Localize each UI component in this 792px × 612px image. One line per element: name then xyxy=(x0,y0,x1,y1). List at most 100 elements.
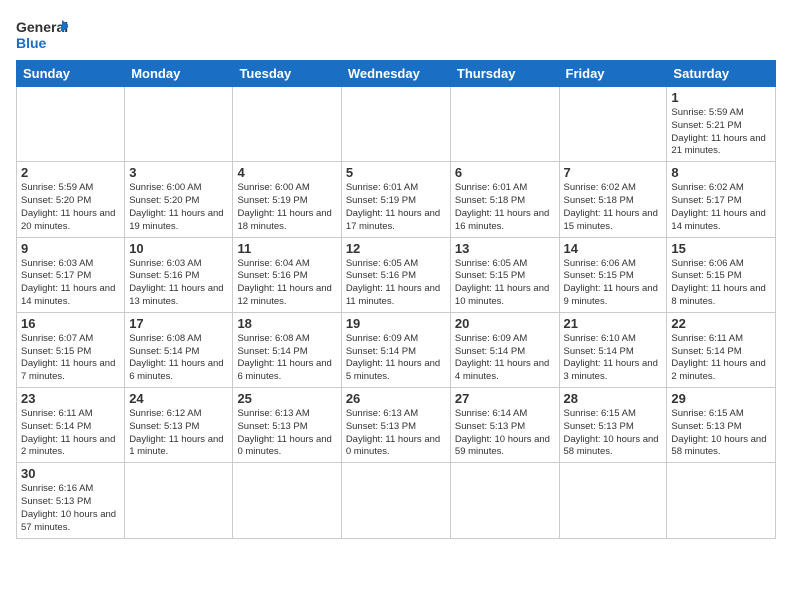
calendar-cell: 16Sunrise: 6:07 AM Sunset: 5:15 PM Dayli… xyxy=(17,312,125,387)
calendar-cell: 6 Sunrise: 6:01 AM Sunset: 5:18 PM Daylig… xyxy=(450,162,559,237)
day-number: 2 xyxy=(21,165,120,180)
day-info: Sunrise: 6:12 AM Sunset: 5:13 PM Dayligh… xyxy=(129,408,228,459)
calendar-cell xyxy=(125,87,233,162)
calendar-cell xyxy=(341,87,450,162)
calendar-table: SundayMondayTuesdayWednesdayThursdayFrid… xyxy=(16,60,776,539)
day-info: Sunrise: 6:11 AM Sunset: 5:14 PM Dayligh… xyxy=(21,408,120,459)
calendar-cell xyxy=(233,87,341,162)
calendar-cell: 4 Sunrise: 6:00 AM Sunset: 5:19 PM Daylig… xyxy=(233,162,341,237)
day-info: Sunrise: 6:00 AM Sunset: 5:20 PM Dayligh… xyxy=(129,182,228,233)
weekday-header-friday: Friday xyxy=(559,61,667,87)
calendar-cell xyxy=(125,463,233,538)
calendar-cell xyxy=(667,463,776,538)
day-info: Sunrise: 6:06 AM Sunset: 5:15 PM Dayligh… xyxy=(564,258,663,309)
day-info: Sunrise: 6:15 AM Sunset: 5:13 PM Dayligh… xyxy=(564,408,663,459)
calendar-cell: 11 Sunrise: 6:04 AM Sunset: 5:16 PM Dayli… xyxy=(233,237,341,312)
day-info: Sunrise: 6:01 AM Sunset: 5:18 PM Dayligh… xyxy=(455,182,555,233)
calendar-cell: 8 Sunrise: 6:02 AM Sunset: 5:17 PM Daylig… xyxy=(667,162,776,237)
day-info: Sunrise: 6:08 AM Sunset: 5:14 PM Dayligh… xyxy=(237,333,336,384)
day-number: 4 xyxy=(237,165,336,180)
calendar-cell: 24 Sunrise: 6:12 AM Sunset: 5:13 PM Dayli… xyxy=(125,388,233,463)
calendar-cell: 29 Sunrise: 6:15 AM Sunset: 5:13 PM Dayli… xyxy=(667,388,776,463)
day-number: 28 xyxy=(564,391,663,406)
day-info: Sunrise: 6:01 AM Sunset: 5:19 PM Dayligh… xyxy=(346,182,446,233)
day-info: Sunrise: 6:10 AM Sunset: 5:14 PM Dayligh… xyxy=(564,333,663,384)
calendar-cell: 2 Sunrise: 5:59 AM Sunset: 5:20 PM Daylig… xyxy=(17,162,125,237)
day-info: Sunrise: 6:04 AM Sunset: 5:16 PM Dayligh… xyxy=(237,258,336,309)
calendar-cell: 3 Sunrise: 6:00 AM Sunset: 5:20 PM Daylig… xyxy=(125,162,233,237)
day-number: 12 xyxy=(346,241,446,256)
day-info: Sunrise: 6:09 AM Sunset: 5:14 PM Dayligh… xyxy=(455,333,555,384)
day-number: 21 xyxy=(564,316,663,331)
day-number: 10 xyxy=(129,241,228,256)
day-info: Sunrise: 6:05 AM Sunset: 5:16 PM Dayligh… xyxy=(346,258,446,309)
generalblue-logo: General Blue xyxy=(16,16,68,52)
day-info: Sunrise: 6:09 AM Sunset: 5:14 PM Dayligh… xyxy=(346,333,446,384)
calendar-cell: 22 Sunrise: 6:11 AM Sunset: 5:14 PM Dayli… xyxy=(667,312,776,387)
calendar-cell: 14Sunrise: 6:06 AM Sunset: 5:15 PM Dayli… xyxy=(559,237,667,312)
day-info: Sunrise: 6:13 AM Sunset: 5:13 PM Dayligh… xyxy=(346,408,446,459)
day-number: 8 xyxy=(671,165,771,180)
calendar-week-row: 2 Sunrise: 5:59 AM Sunset: 5:20 PM Daylig… xyxy=(17,162,776,237)
calendar-cell: 27Sunrise: 6:14 AM Sunset: 5:13 PM Dayli… xyxy=(450,388,559,463)
calendar-cell: 18 Sunrise: 6:08 AM Sunset: 5:14 PM Dayli… xyxy=(233,312,341,387)
calendar-cell: 25Sunrise: 6:13 AM Sunset: 5:13 PM Dayli… xyxy=(233,388,341,463)
day-number: 17 xyxy=(129,316,228,331)
day-info: Sunrise: 6:02 AM Sunset: 5:17 PM Dayligh… xyxy=(671,182,771,233)
day-number: 11 xyxy=(237,241,336,256)
day-info: Sunrise: 6:06 AM Sunset: 5:15 PM Dayligh… xyxy=(671,258,771,309)
day-info: Sunrise: 6:05 AM Sunset: 5:15 PM Dayligh… xyxy=(455,258,555,309)
day-number: 22 xyxy=(671,316,771,331)
weekday-header-monday: Monday xyxy=(125,61,233,87)
day-number: 27 xyxy=(455,391,555,406)
day-number: 19 xyxy=(346,316,446,331)
calendar-cell: 7Sunrise: 6:02 AM Sunset: 5:18 PM Daylig… xyxy=(559,162,667,237)
day-number: 24 xyxy=(129,391,228,406)
day-number: 26 xyxy=(346,391,446,406)
day-info: Sunrise: 6:07 AM Sunset: 5:15 PM Dayligh… xyxy=(21,333,120,384)
calendar-cell: 30 Sunrise: 6:16 AM Sunset: 5:13 PM Dayli… xyxy=(17,463,125,538)
day-info: Sunrise: 6:13 AM Sunset: 5:13 PM Dayligh… xyxy=(237,408,336,459)
calendar-cell xyxy=(341,463,450,538)
day-info: Sunrise: 6:11 AM Sunset: 5:14 PM Dayligh… xyxy=(671,333,771,384)
day-number: 30 xyxy=(21,466,120,481)
calendar-cell: 10 Sunrise: 6:03 AM Sunset: 5:16 PM Dayli… xyxy=(125,237,233,312)
day-info: Sunrise: 6:16 AM Sunset: 5:13 PM Dayligh… xyxy=(21,483,120,534)
calendar-cell xyxy=(233,463,341,538)
calendar-cell: 9Sunrise: 6:03 AM Sunset: 5:17 PM Daylig… xyxy=(17,237,125,312)
day-number: 3 xyxy=(129,165,228,180)
calendar-cell: 13Sunrise: 6:05 AM Sunset: 5:15 PM Dayli… xyxy=(450,237,559,312)
weekday-header-saturday: Saturday xyxy=(667,61,776,87)
calendar-cell: 28 Sunrise: 6:15 AM Sunset: 5:13 PM Dayli… xyxy=(559,388,667,463)
calendar-cell: 12 Sunrise: 6:05 AM Sunset: 5:16 PM Dayli… xyxy=(341,237,450,312)
calendar-cell xyxy=(559,463,667,538)
calendar-header-row: SundayMondayTuesdayWednesdayThursdayFrid… xyxy=(17,61,776,87)
day-info: Sunrise: 5:59 AM Sunset: 5:20 PM Dayligh… xyxy=(21,182,120,233)
day-number: 7 xyxy=(564,165,663,180)
day-number: 5 xyxy=(346,165,446,180)
weekday-header-thursday: Thursday xyxy=(450,61,559,87)
day-info: Sunrise: 6:08 AM Sunset: 5:14 PM Dayligh… xyxy=(129,333,228,384)
day-number: 29 xyxy=(671,391,771,406)
calendar-cell: 1Sunrise: 5:59 AM Sunset: 5:21 PM Daylig… xyxy=(667,87,776,162)
calendar-cell: 17 Sunrise: 6:08 AM Sunset: 5:14 PM Dayli… xyxy=(125,312,233,387)
calendar-week-row: 30 Sunrise: 6:16 AM Sunset: 5:13 PM Dayli… xyxy=(17,463,776,538)
calendar-week-row: 1Sunrise: 5:59 AM Sunset: 5:21 PM Daylig… xyxy=(17,87,776,162)
calendar-cell xyxy=(450,87,559,162)
calendar-week-row: 16Sunrise: 6:07 AM Sunset: 5:15 PM Dayli… xyxy=(17,312,776,387)
day-number: 18 xyxy=(237,316,336,331)
calendar-cell: 23Sunrise: 6:11 AM Sunset: 5:14 PM Dayli… xyxy=(17,388,125,463)
weekday-header-wednesday: Wednesday xyxy=(341,61,450,87)
day-number: 6 xyxy=(455,165,555,180)
day-info: Sunrise: 6:00 AM Sunset: 5:19 PM Dayligh… xyxy=(237,182,336,233)
calendar-cell: 21 Sunrise: 6:10 AM Sunset: 5:14 PM Dayli… xyxy=(559,312,667,387)
svg-text:General: General xyxy=(16,19,68,35)
weekday-header-sunday: Sunday xyxy=(17,61,125,87)
day-info: Sunrise: 6:03 AM Sunset: 5:16 PM Dayligh… xyxy=(129,258,228,309)
day-info: Sunrise: 6:15 AM Sunset: 5:13 PM Dayligh… xyxy=(671,408,771,459)
svg-text:Blue: Blue xyxy=(16,35,47,51)
calendar-cell: 19 Sunrise: 6:09 AM Sunset: 5:14 PM Dayli… xyxy=(341,312,450,387)
calendar-cell xyxy=(559,87,667,162)
weekday-header-tuesday: Tuesday xyxy=(233,61,341,87)
day-info: Sunrise: 6:03 AM Sunset: 5:17 PM Dayligh… xyxy=(21,258,120,309)
